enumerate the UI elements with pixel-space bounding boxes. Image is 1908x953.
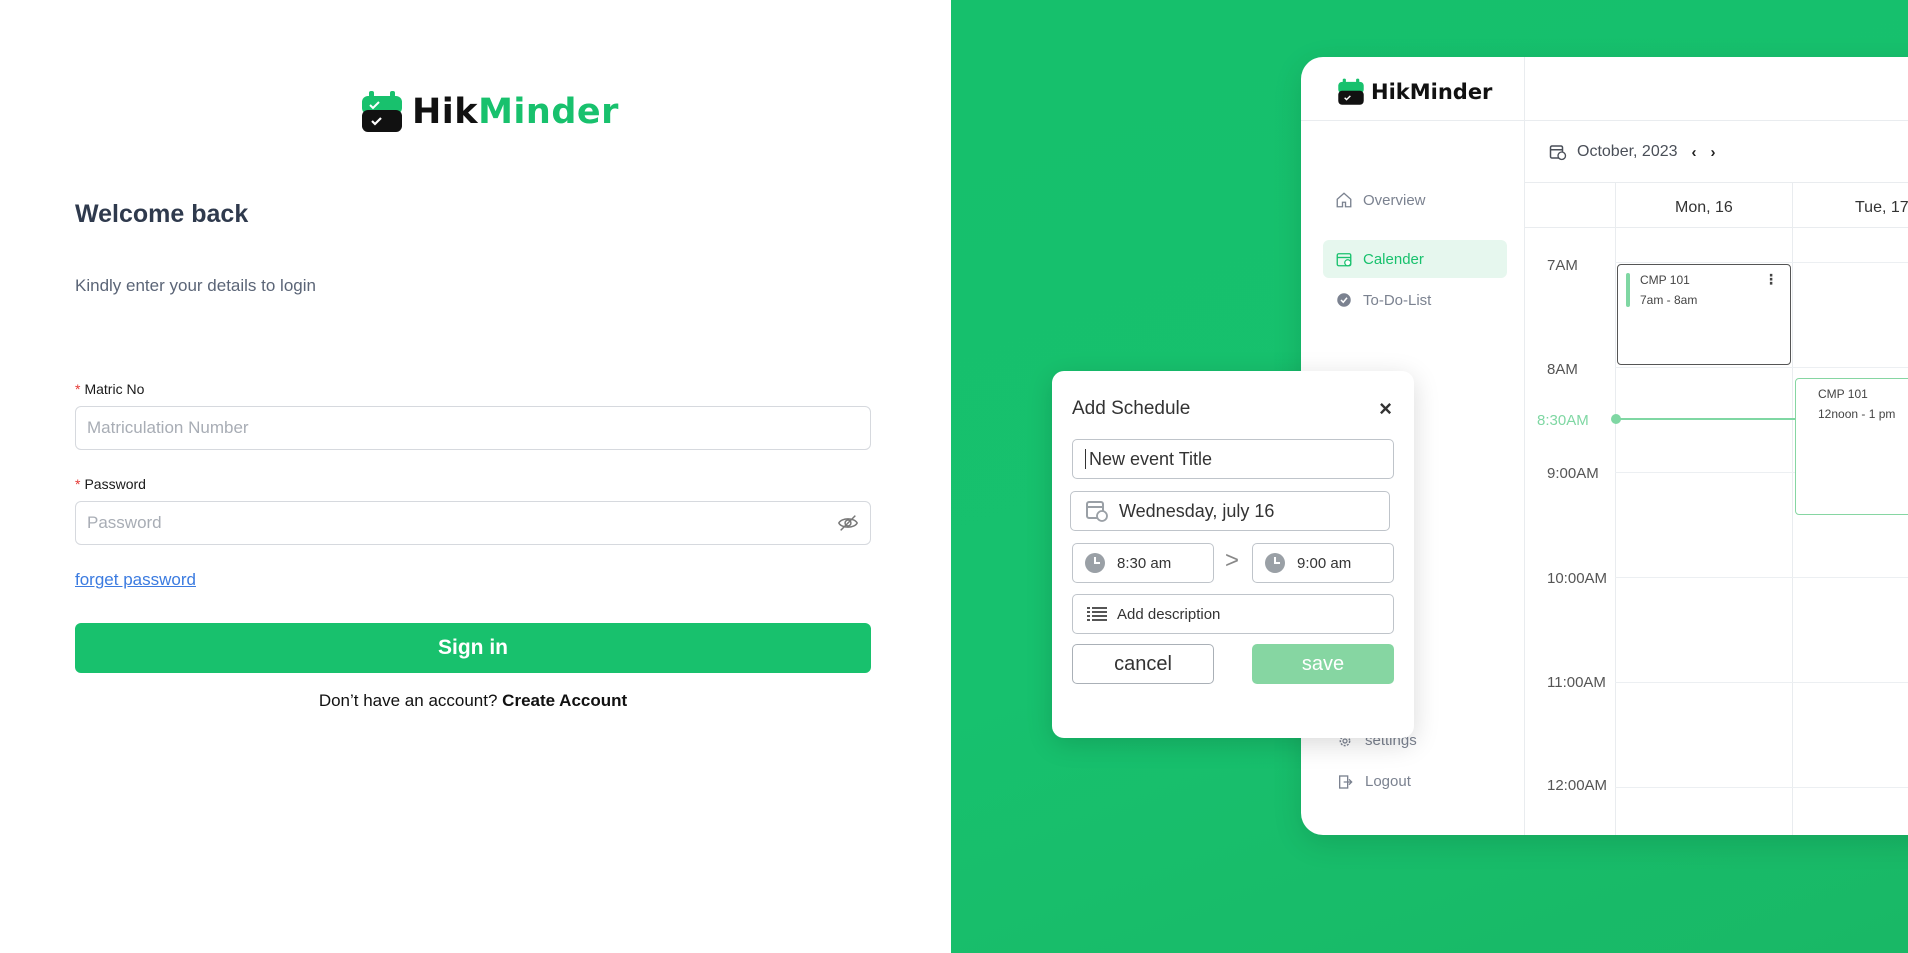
logout-icon [1339, 774, 1353, 789]
signup-prompt: Don’t have an account? Create Account [0, 691, 946, 711]
create-account-link[interactable]: Create Account [502, 691, 627, 710]
matric-label: * Matric No [75, 381, 144, 397]
time-label: 8AM [1547, 361, 1578, 378]
app-topbar [1525, 57, 1908, 121]
password-label: * Password [75, 476, 146, 492]
time-label: 9:00AM [1547, 465, 1599, 482]
event-title: CMP 101 [1640, 273, 1690, 287]
time-label: 11:00AM [1547, 674, 1606, 691]
end-time-picker[interactable]: 9:00 am [1252, 543, 1394, 583]
end-time-value: 9:00 am [1297, 554, 1352, 572]
brand-name: HikMinder [412, 92, 619, 132]
password-input[interactable] [87, 513, 837, 533]
login-panel: HikMinder Welcome back Kindly enter your… [0, 0, 951, 953]
grid-line [1525, 227, 1908, 228]
description-placeholder: Add description [1117, 605, 1221, 623]
event-accent-bar [1626, 273, 1630, 307]
calendar-clock-icon [1549, 145, 1567, 161]
more-options-icon[interactable]: ⋮ [1764, 271, 1778, 288]
calendar-logo-icon [362, 91, 402, 132]
password-label-text: Password [84, 476, 146, 492]
divider [1301, 120, 1525, 121]
chevron-right-icon[interactable]: › [1711, 144, 1716, 161]
brand-part-1: Hik [412, 92, 479, 132]
add-schedule-modal: Add Schedule × New event Title Wednesday… [1052, 371, 1414, 738]
sign-in-button[interactable]: Sign in [75, 623, 871, 673]
day-header-tue: Tue, 17 [1855, 199, 1908, 216]
save-button[interactable]: save [1252, 644, 1394, 684]
start-time-picker[interactable]: 8:30 am [1072, 543, 1214, 583]
hero-panel: HikMinder Overview Calender To-Do-List s… [951, 0, 1908, 953]
hikminder-logo: HikMinder [360, 90, 619, 134]
description-input[interactable]: Add description [1072, 594, 1394, 634]
calendar-logo-icon [1338, 78, 1364, 105]
nav-item-logout[interactable]: Logout [1337, 773, 1411, 790]
time-label: 10:00AM [1547, 570, 1608, 587]
modal-title: Add Schedule [1072, 398, 1191, 419]
hour-line [1615, 577, 1908, 578]
current-time-dot [1611, 414, 1621, 424]
date-picker[interactable]: Wednesday, july 16 [1070, 491, 1390, 531]
no-account-text: Don’t have an account? [318, 691, 498, 710]
required-asterisk: * [75, 381, 81, 397]
nav-item-label: Logout [1365, 773, 1411, 790]
welcome-heading: Welcome back [75, 200, 249, 228]
home-icon [1336, 192, 1352, 208]
month-selector: October, 2023 ‹ › [1549, 143, 1716, 161]
hour-line [1615, 262, 1908, 263]
event-title-text: New event Title [1089, 448, 1213, 469]
clock-icon [1085, 553, 1105, 573]
event-card[interactable]: CMP 101 7am - 8am ⋮ [1617, 264, 1791, 365]
chevron-left-icon[interactable]: ‹ [1692, 144, 1697, 161]
nav-item-label: Calender [1363, 250, 1424, 268]
time-label: 12:00AM [1547, 777, 1608, 794]
event-time: 7am - 8am [1640, 293, 1698, 307]
current-month: October, 2023 [1577, 143, 1678, 160]
nav-item-label: To-Do-List [1363, 291, 1432, 309]
text-caret [1085, 449, 1086, 469]
brand-part-2: Minder [478, 92, 619, 132]
login-subtitle: Kindly enter your details to login [75, 276, 316, 295]
hour-line [1615, 682, 1908, 683]
event-time: 12noon - 1 pm [1818, 407, 1896, 421]
list-icon [1087, 607, 1107, 621]
eye-off-icon[interactable] [837, 512, 859, 534]
nav-item-calender[interactable]: Calender [1323, 240, 1507, 278]
app-logo: HikMinder [1337, 78, 1492, 106]
grid-column-line [1615, 182, 1616, 835]
app-brand-name: HikMinder [1371, 80, 1493, 104]
nav-item-label: Overview [1363, 191, 1426, 209]
close-icon[interactable]: × [1379, 396, 1392, 422]
chevron-right-icon: > [1225, 547, 1240, 574]
matric-input[interactable] [87, 418, 859, 438]
page-root: HikMinder Welcome back Kindly enter your… [0, 0, 1908, 953]
grid-column-line [1792, 182, 1793, 835]
date-value: Wednesday, july 16 [1119, 500, 1275, 521]
day-header-mon: Mon, 16 [1675, 199, 1733, 216]
calendar-clock-icon [1086, 501, 1108, 522]
current-time-label: 8:30AM [1537, 412, 1589, 429]
nav-item-todo[interactable]: To-Do-List [1323, 281, 1507, 319]
clock-icon [1265, 553, 1285, 573]
time-label: 7AM [1547, 257, 1578, 274]
calendar-icon [1336, 253, 1352, 267]
hour-line [1615, 367, 1908, 368]
hour-line [1615, 787, 1908, 788]
matric-label-text: Matric No [84, 381, 145, 397]
grid-line [1525, 182, 1908, 183]
event-card[interactable]: CMP 101 12noon - 1 pm [1795, 378, 1908, 515]
required-asterisk: * [75, 476, 81, 492]
password-input-wrapper [75, 501, 871, 545]
event-title: CMP 101 [1818, 387, 1868, 401]
nav-item-overview[interactable]: Overview [1323, 181, 1507, 219]
matric-input-wrapper [75, 406, 871, 450]
forget-password-link[interactable]: forget password [75, 570, 196, 590]
cancel-button[interactable]: cancel [1072, 644, 1214, 684]
check-circle-icon [1337, 293, 1351, 307]
start-time-value: 8:30 am [1117, 554, 1172, 572]
event-title-input[interactable]: New event Title [1072, 439, 1394, 479]
calendar-main: October, 2023 ‹ › Mon, 16 Tue, 17 7AM 8A… [1525, 57, 1908, 835]
